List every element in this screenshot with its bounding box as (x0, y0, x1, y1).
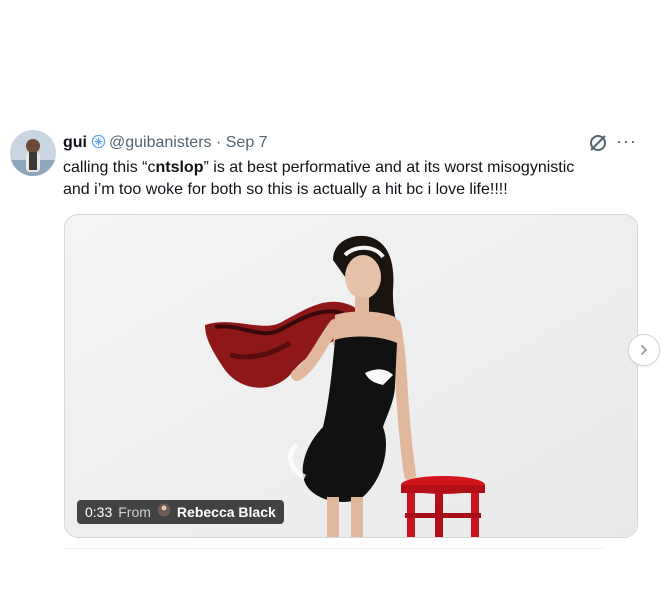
from-label: From (118, 504, 151, 520)
author-name[interactable]: gui (63, 134, 87, 151)
text-segment: ” is at best performative and at its wor… (203, 159, 575, 176)
carousel-next-button[interactable] (628, 334, 660, 366)
tweet-date[interactable]: Sep 7 (226, 134, 268, 151)
tweet-text: calling this “cntslop” is at best perfor… (63, 157, 653, 201)
verified-badge-icon (91, 134, 106, 155)
chevron-right-icon (638, 340, 650, 361)
author-handle[interactable]: @guibanisters (109, 134, 212, 151)
tweet[interactable]: gui @guibanisters · Sep 7 ··· calling thi… (0, 0, 667, 595)
tweet-header: gui @guibanisters · Sep 7 (63, 133, 268, 155)
tweet-text-line-2: and i’m too woke for both so this is act… (63, 181, 508, 198)
video-timestamp: 0:33 (85, 504, 113, 520)
text-bold-segment: ntslop (155, 159, 204, 176)
text-segment: calling this “c (63, 159, 156, 176)
grok-slash-icon[interactable] (588, 133, 608, 153)
tweet-text-line-1: calling this “cntslop” is at best perfor… (63, 157, 653, 179)
more-options-icon[interactable]: ··· (616, 132, 637, 150)
divider (64, 548, 604, 549)
video-source-link[interactable]: Rebecca Black (177, 500, 276, 524)
video-info-overlay[interactable]: 0:33 From Rebecca Black (77, 500, 284, 524)
video-player[interactable] (64, 214, 638, 538)
source-avatar-icon (157, 500, 171, 524)
author-avatar[interactable] (10, 130, 56, 176)
separator: · (215, 134, 222, 151)
